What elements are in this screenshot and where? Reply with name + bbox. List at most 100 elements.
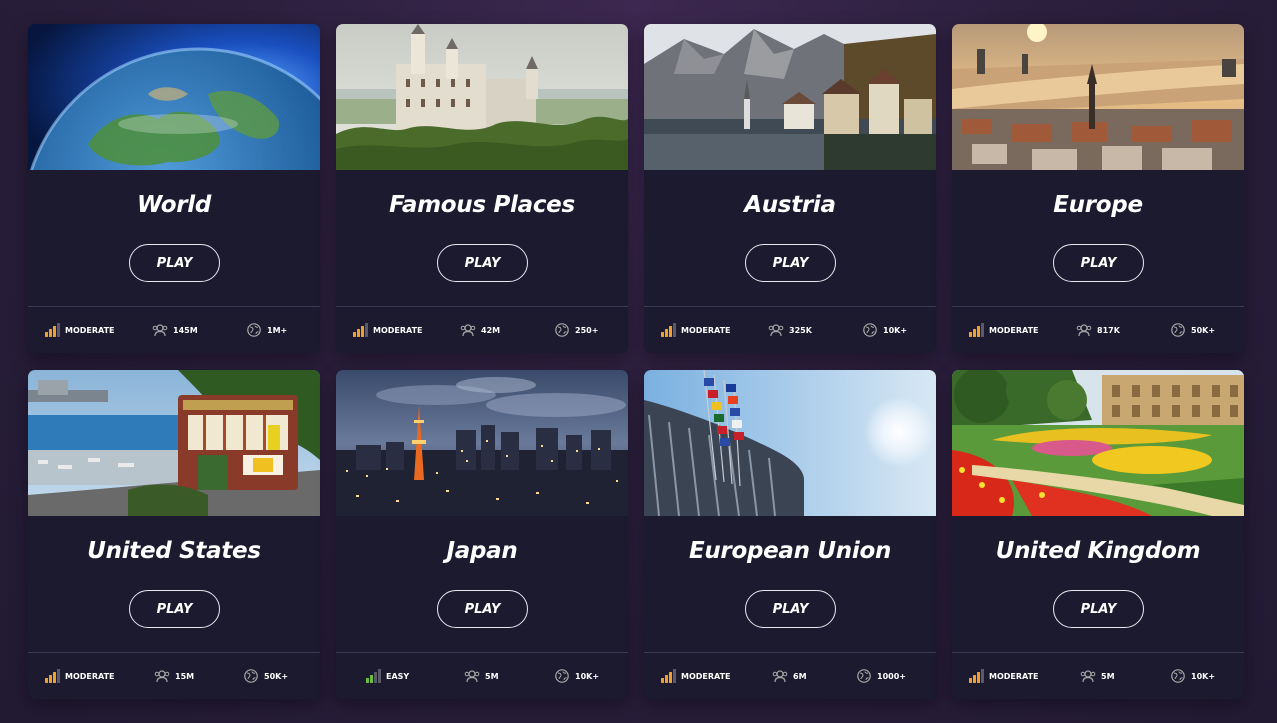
players-count: 6M <box>793 671 807 681</box>
riga-river-sunset-image <box>952 24 1244 170</box>
map-title: Famous Places <box>389 192 575 218</box>
tokyo-night-skyline-image <box>336 370 628 516</box>
locations-count: 10K+ <box>883 325 908 335</box>
difficulty-bars-icon <box>45 669 60 683</box>
map-card-european-union[interactable]: European Union PLAY MODERATE 6M 1000+ <box>644 370 936 699</box>
difficulty-bars-icon <box>969 669 984 683</box>
map-title: World <box>136 192 212 218</box>
players-icon <box>460 324 476 337</box>
difficulty-label: MODERATE <box>65 325 115 335</box>
globe-icon <box>857 669 871 683</box>
hallstatt-lake-village-image <box>644 24 936 170</box>
play-button[interactable]: PLAY <box>745 590 836 628</box>
map-card-united-states[interactable]: United States PLAY MODERATE 15M 50K+ <box>28 370 320 699</box>
players-icon <box>464 670 480 683</box>
globe-icon <box>863 323 877 337</box>
players-stat: 5M <box>1080 668 1115 684</box>
players-icon <box>768 324 784 337</box>
map-thumbnail[interactable] <box>952 24 1244 170</box>
eu-parliament-flags-image <box>644 370 936 516</box>
difficulty-stat: MODERATE <box>45 323 115 337</box>
locations-stat: 250+ <box>554 322 598 338</box>
map-title: European Union <box>688 538 892 564</box>
difficulty-stat: MODERATE <box>661 669 731 683</box>
difficulty-bars-icon <box>45 323 60 337</box>
difficulty-bars-icon <box>366 669 381 683</box>
players-icon <box>154 670 170 683</box>
play-button[interactable]: PLAY <box>1053 590 1144 628</box>
play-button[interactable]: PLAY <box>437 244 528 282</box>
players-count: 145M <box>173 325 198 335</box>
play-button[interactable]: PLAY <box>745 244 836 282</box>
locations-stat: 1M+ <box>246 322 287 338</box>
play-button[interactable]: PLAY <box>129 590 220 628</box>
players-count: 817K <box>1097 325 1120 335</box>
card-stats: MODERATE 5M 10K+ <box>952 653 1244 699</box>
difficulty-bars-icon <box>969 323 984 337</box>
card-stats: MODERATE 42M 250+ <box>336 307 628 353</box>
locations-stat: 10K+ <box>862 322 907 338</box>
card-stats: MODERATE 145M 1M+ <box>28 307 320 353</box>
play-button[interactable]: PLAY <box>129 244 220 282</box>
difficulty-stat: MODERATE <box>969 669 1039 683</box>
map-thumbnail[interactable] <box>644 24 936 170</box>
map-card-europe[interactable]: Europe PLAY MODERATE 817K 50K+ <box>952 24 1244 353</box>
players-count: 5M <box>1101 671 1115 681</box>
map-title: Japan <box>446 538 518 564</box>
difficulty-label: MODERATE <box>989 325 1039 335</box>
globe-icon <box>244 669 258 683</box>
globe-icon <box>1171 669 1185 683</box>
players-icon <box>1076 324 1092 337</box>
players-count: 5M <box>485 671 499 681</box>
players-count: 42M <box>481 325 501 335</box>
card-stats: MODERATE 817K 50K+ <box>952 307 1244 353</box>
map-card-austria[interactable]: Austria PLAY MODERATE 325K 10K+ <box>644 24 936 353</box>
locations-count: 1000+ <box>877 671 906 681</box>
locations-count: 250+ <box>575 325 599 335</box>
locations-stat: 50K+ <box>1170 322 1215 338</box>
globe-icon <box>1171 323 1185 337</box>
difficulty-label: MODERATE <box>681 671 731 681</box>
map-title: United States <box>87 538 261 564</box>
difficulty-label: MODERATE <box>65 671 115 681</box>
difficulty-bars-icon <box>353 323 368 337</box>
card-stats: MODERATE 6M 1000+ <box>644 653 936 699</box>
players-icon <box>772 670 788 683</box>
locations-stat: 10K+ <box>1170 668 1215 684</box>
players-stat: 145M <box>152 322 198 338</box>
locations-stat: 1000+ <box>856 668 906 684</box>
map-card-famous-places[interactable]: Famous Places PLAY MODERATE 42M 250+ <box>336 24 628 353</box>
play-button[interactable]: PLAY <box>437 590 528 628</box>
map-thumbnail[interactable] <box>952 370 1244 516</box>
difficulty-label: MODERATE <box>681 325 731 335</box>
locations-count: 10K+ <box>575 671 600 681</box>
map-thumbnail[interactable] <box>28 24 320 170</box>
map-thumbnail[interactable] <box>336 24 628 170</box>
map-thumbnail[interactable] <box>28 370 320 516</box>
difficulty-stat: MODERATE <box>353 323 423 337</box>
earth-from-space-image <box>28 24 320 170</box>
map-thumbnail[interactable] <box>336 370 628 516</box>
difficulty-stat: EASY <box>366 669 409 683</box>
neuschwanstein-castle-image <box>336 24 628 170</box>
map-card-world[interactable]: World PLAY MODERATE 145M 1M+ <box>28 24 320 353</box>
difficulty-label: MODERATE <box>989 671 1039 681</box>
map-card-japan[interactable]: Japan PLAY EASY 5M 10K+ <box>336 370 628 699</box>
globe-icon <box>555 669 569 683</box>
players-stat: 6M <box>772 668 807 684</box>
players-stat: 325K <box>768 322 812 338</box>
map-thumbnail[interactable] <box>644 370 936 516</box>
san-francisco-cable-car-image <box>28 370 320 516</box>
players-icon <box>1080 670 1096 683</box>
locations-count: 1M+ <box>267 325 288 335</box>
globe-icon <box>247 323 261 337</box>
players-stat: 42M <box>460 322 500 338</box>
globe-icon <box>555 323 569 337</box>
difficulty-stat: MODERATE <box>661 323 731 337</box>
locations-count: 50K+ <box>264 671 289 681</box>
play-button[interactable]: PLAY <box>1053 244 1144 282</box>
players-stat: 15M <box>154 668 194 684</box>
card-stats: EASY 5M 10K+ <box>336 653 628 699</box>
map-card-united-kingdom[interactable]: United Kingdom PLAY MODERATE 5M 10K+ <box>952 370 1244 699</box>
locations-count: 50K+ <box>1191 325 1216 335</box>
